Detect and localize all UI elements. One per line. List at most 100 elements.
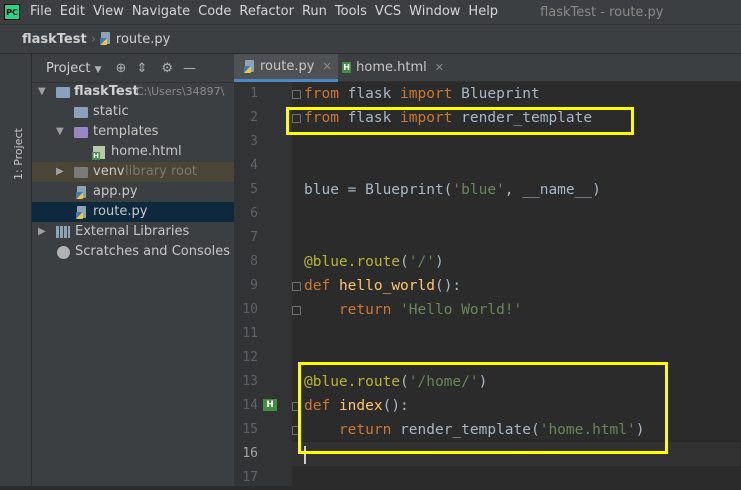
tree-item-flasktest[interactable]: ▼ flaskTest C:\Users\34897\ — [32, 82, 234, 102]
folder-icon — [56, 87, 70, 98]
line-number: 6 — [250, 206, 258, 221]
line-number: 14 — [242, 398, 258, 413]
tree-item-scratches[interactable]: Scratches and Consoles — [32, 242, 234, 262]
line-number: 3 — [250, 134, 258, 149]
tree-item-label: Scratches and Consoles — [75, 244, 231, 259]
pycharm-logo-icon: PC — [4, 4, 20, 20]
tree-item-app-py[interactable]: app.py — [32, 182, 234, 202]
hide-panel-icon[interactable]: — — [183, 61, 196, 76]
breadcrumb: flaskTest › route.py — [0, 24, 741, 54]
code-line: @blue.route('/') — [304, 254, 444, 270]
breadcrumb-file-label: route.py — [115, 31, 171, 47]
menu-tools[interactable]: Tools — [331, 0, 371, 24]
code-line: blue = Blueprint('blue', __name__) — [304, 182, 601, 198]
tree-item-label: templates — [93, 124, 159, 139]
menu-help[interactable]: Help — [464, 0, 502, 24]
highlight-box-index-route — [298, 362, 668, 454]
menu-navigate[interactable]: Navigate — [128, 0, 194, 24]
locate-file-icon[interactable]: ⊕ — [116, 61, 127, 76]
tree-item-label: External Libraries — [75, 224, 190, 239]
tree-item-venv[interactable]: ▶ venv library root — [32, 162, 234, 182]
html-file-icon — [92, 146, 105, 160]
tree-item-label: home.html — [111, 144, 182, 159]
close-icon[interactable]: ✕ — [322, 60, 331, 73]
code-line: from flask import Blueprint — [304, 86, 540, 102]
chevron-down-icon: ▼ — [94, 64, 102, 75]
line-number: 8 — [250, 254, 258, 269]
chevron-right-icon[interactable]: ▶ — [38, 222, 46, 242]
line-number: 10 — [242, 302, 258, 317]
tab-label: home.html — [356, 60, 427, 75]
tree-item-label: route.py — [93, 204, 148, 219]
library-icon — [56, 226, 70, 238]
tree-item-templates[interactable]: ▼ templates — [32, 122, 234, 142]
left-tool-strip: 1: Project — [0, 54, 32, 486]
menu-window[interactable]: Window — [405, 0, 464, 24]
menu-vcs[interactable]: VCS — [371, 0, 405, 24]
fold-marker-icon[interactable] — [292, 306, 301, 315]
line-number: 1 — [250, 86, 258, 101]
project-view-label: Project — [46, 60, 91, 76]
tree-item-static[interactable]: static — [32, 102, 234, 122]
tab-label: route.py — [260, 59, 315, 74]
highlight-box-import — [286, 107, 634, 135]
code-line: def hello_world(): — [304, 278, 462, 294]
fold-marker-icon[interactable] — [292, 282, 301, 291]
template-link-icon[interactable]: H — [263, 399, 277, 411]
chevron-down-icon[interactable]: ▼ — [56, 122, 64, 142]
breadcrumb-separator-icon: › — [90, 31, 96, 47]
line-number: 5 — [250, 182, 258, 197]
project-panel-header: Project ▼ ⊕ ⇕ ⚙ — — [32, 54, 234, 83]
menu-edit[interactable]: Edit — [56, 0, 89, 24]
line-number: 15 — [242, 422, 258, 437]
chevron-right-icon[interactable]: ▶ — [56, 162, 64, 182]
menu-run[interactable]: Run — [298, 0, 331, 24]
project-tool-tab[interactable]: 1: Project — [8, 116, 28, 180]
tree-item-label: app.py — [93, 184, 138, 199]
python-file-icon — [76, 186, 88, 199]
tree-item-route-py[interactable]: route.py — [32, 202, 234, 222]
python-file-icon — [76, 206, 88, 219]
tree-item-label: venv — [93, 164, 125, 179]
menu-view[interactable]: View — [89, 0, 128, 24]
tab-route-py[interactable]: route.py ✕ — [234, 54, 338, 82]
menu-refactor[interactable]: Refactor — [235, 0, 298, 24]
gear-icon[interactable]: ⚙ — [161, 61, 173, 76]
python-file-icon — [99, 31, 112, 45]
breadcrumb-project[interactable]: flaskTest — [22, 32, 87, 47]
line-number: 2 — [250, 110, 258, 125]
project-tool-tab-label: 1: Project — [12, 128, 25, 180]
code-line: return 'Hello World!' — [338, 302, 523, 318]
folder-icon — [74, 107, 88, 118]
python-file-icon — [244, 60, 256, 73]
menu-code[interactable]: Code — [194, 0, 235, 24]
line-number: 11 — [242, 326, 258, 341]
line-number: 17 — [242, 470, 258, 485]
window-title: flaskTest - route.py — [540, 4, 664, 20]
tree-item-path: C:\Users\34897\ — [136, 85, 225, 98]
fold-marker-icon[interactable] — [292, 90, 301, 99]
breadcrumb-file[interactable]: route.py — [99, 31, 171, 47]
editor-tab-bar: route.py ✕ H home.html ✕ — [234, 54, 741, 82]
tree-item-label: static — [93, 104, 129, 119]
tab-home-html[interactable]: H home.html ✕ — [340, 54, 444, 81]
html-file-icon: H — [342, 62, 352, 73]
collapse-all-icon[interactable]: ⇕ — [136, 61, 147, 76]
menu-bar: PC File Edit View Navigate Code Refactor… — [0, 0, 741, 24]
tree-item-label: flaskTest — [74, 84, 139, 99]
line-number: 9 — [250, 278, 258, 293]
close-icon[interactable]: ✕ — [435, 61, 444, 74]
menu-file[interactable]: File — [26, 0, 56, 24]
templates-folder-icon — [74, 127, 88, 138]
folder-icon — [74, 167, 88, 178]
line-number: 12 — [242, 350, 258, 365]
line-number: 4 — [250, 158, 258, 173]
line-number: 7 — [250, 230, 258, 245]
chevron-down-icon[interactable]: ▼ — [38, 82, 46, 102]
project-panel: Project ▼ ⊕ ⇕ ⚙ — ▼ flaskTest C:\Users\3… — [32, 54, 234, 486]
project-view-selector[interactable]: Project ▼ — [46, 61, 102, 76]
tree-item-external-libraries[interactable]: ▶ External Libraries — [32, 222, 234, 242]
tree-item-home-html[interactable]: home.html — [32, 142, 234, 162]
line-number: 13 — [242, 374, 258, 389]
line-number: 16 — [242, 446, 258, 461]
